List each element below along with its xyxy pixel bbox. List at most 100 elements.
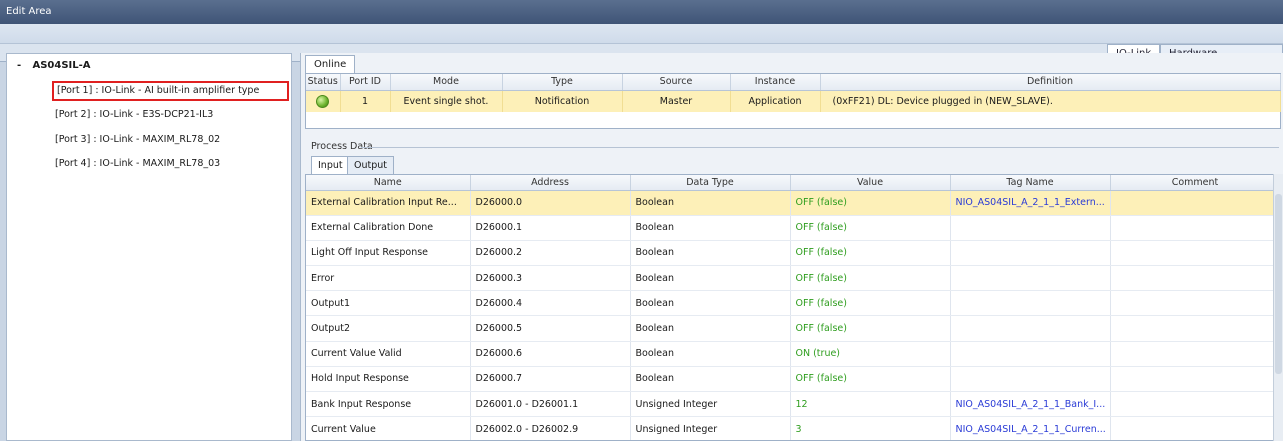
name-cell: External Calibration Done xyxy=(306,215,471,241)
tag-name-cell[interactable] xyxy=(950,315,1111,342)
tree-root[interactable]: - AS04SIL-A xyxy=(17,60,91,71)
value-cell[interactable]: OFF (false) xyxy=(790,215,951,241)
comment-cell[interactable] xyxy=(1110,215,1280,241)
table-row[interactable]: Output2 D26000.5 Boolean OFF (false) xyxy=(306,315,1280,342)
data-type-cell: Boolean xyxy=(630,366,791,393)
process-data-grid: Name Address Data Type Value Tag Name Co… xyxy=(305,174,1281,441)
address-cell: D26000.6 xyxy=(470,341,631,367)
tree-item-port-4[interactable]: [Port 4] : IO-Link - MAXIM_RL78_03 xyxy=(52,154,288,174)
table-row[interactable]: External Calibration Input Re... D26000.… xyxy=(306,190,1280,216)
port-id-cell: 1 xyxy=(340,90,391,112)
value-cell[interactable]: OFF (false) xyxy=(790,190,951,216)
name-cell: Light Off Input Response xyxy=(306,240,471,267)
tag-name-cell[interactable] xyxy=(950,366,1111,393)
online-table: Status Port ID Mode Type Source Instance… xyxy=(306,74,1281,112)
value-cell[interactable]: OFF (false) xyxy=(790,290,951,317)
tab-input[interactable]: Input xyxy=(311,156,350,174)
definition-cell: (0xFF21) DL: Device plugged in (NEW_SLAV… xyxy=(820,90,1281,112)
value-cell[interactable]: OFF (false) xyxy=(790,265,951,292)
name-cell: External Calibration Input Re... xyxy=(306,190,471,216)
tag-name-cell[interactable]: NIO_AS04SIL_A_2_1_1_Extern... xyxy=(950,190,1111,216)
scrollbar-thumb[interactable] xyxy=(1275,194,1282,374)
tab-output[interactable]: Output xyxy=(347,156,394,174)
value-cell[interactable]: 12 xyxy=(790,391,951,418)
col-port-id[interactable]: Port ID xyxy=(340,74,391,91)
name-cell: Output2 xyxy=(306,315,471,342)
value-cell[interactable]: OFF (false) xyxy=(790,315,951,342)
comment-cell[interactable] xyxy=(1110,366,1280,393)
value-cell[interactable]: 3 xyxy=(790,416,951,440)
col-mode[interactable]: Mode xyxy=(390,74,503,91)
tag-name-cell[interactable] xyxy=(950,265,1111,292)
tag-name-cell[interactable]: NIO_AS04SIL_A_2_1_1_Curren... xyxy=(950,416,1111,440)
col-tag-name[interactable]: Tag Name xyxy=(950,175,1111,191)
comment-cell[interactable] xyxy=(1110,265,1280,292)
data-type-cell: Boolean xyxy=(630,190,791,216)
data-type-cell: Boolean xyxy=(630,215,791,241)
table-row[interactable]: External Calibration Done D26000.1 Boole… xyxy=(306,215,1280,241)
col-address[interactable]: Address xyxy=(470,175,631,191)
tab-online[interactable]: Online xyxy=(305,55,356,73)
toolbar-strip xyxy=(0,24,1283,44)
table-row[interactable]: Current Value D26002.0 - D26002.9 Unsign… xyxy=(306,416,1280,440)
table-row[interactable]: Current Value Valid D26000.6 Boolean ON … xyxy=(306,341,1280,367)
comment-cell[interactable] xyxy=(1110,416,1280,440)
status-ok-icon xyxy=(316,94,330,108)
tag-name-cell[interactable]: NIO_AS04SIL_A_2_1_1_Bank_I... xyxy=(950,391,1111,418)
divider xyxy=(361,147,1279,148)
window-title-bar: Edit Area xyxy=(0,0,1283,24)
table-row[interactable]: Output1 D26000.4 Boolean OFF (false) xyxy=(306,290,1280,317)
comment-cell[interactable] xyxy=(1110,290,1280,317)
comment-cell[interactable] xyxy=(1110,341,1280,367)
address-cell: D26000.5 xyxy=(470,315,631,342)
instance-cell: Application xyxy=(730,90,821,112)
col-source[interactable]: Source xyxy=(622,74,731,91)
type-cell: Notification xyxy=(502,90,623,112)
value-cell[interactable]: OFF (false) xyxy=(790,240,951,267)
tag-name-cell[interactable] xyxy=(950,290,1111,317)
address-cell: D26000.4 xyxy=(470,290,631,317)
table-row[interactable]: Bank Input Response D26001.0 - D26001.1 … xyxy=(306,391,1280,418)
source-cell: Master xyxy=(622,90,731,112)
col-data-type[interactable]: Data Type xyxy=(630,175,791,191)
tree-item-port-1[interactable]: [Port 1] : IO-Link - AI built-in amplifi… xyxy=(52,81,289,101)
col-type[interactable]: Type xyxy=(502,74,623,91)
col-comment[interactable]: Comment xyxy=(1110,175,1280,191)
data-type-cell: Boolean xyxy=(630,315,791,342)
process-data-table: Name Address Data Type Value Tag Name Co… xyxy=(306,175,1280,440)
name-cell: Current Value Valid xyxy=(306,341,471,367)
tag-name-cell[interactable] xyxy=(950,215,1111,241)
address-cell: D26001.0 - D26001.1 xyxy=(470,391,631,418)
table-row[interactable]: Hold Input Response D26000.7 Boolean OFF… xyxy=(306,366,1280,393)
col-name[interactable]: Name xyxy=(306,175,471,191)
data-type-cell: Boolean xyxy=(630,265,791,292)
name-cell: Bank Input Response xyxy=(306,391,471,418)
event-row[interactable]: 1 Event single shot. Notification Master… xyxy=(306,90,1281,112)
address-cell: D26000.2 xyxy=(470,240,631,267)
comment-cell[interactable] xyxy=(1110,190,1280,216)
value-cell[interactable]: ON (true) xyxy=(790,341,951,367)
tree-item-port-2[interactable]: [Port 2] : IO-Link - E3S-DCP21-IL3 xyxy=(52,105,288,125)
collapse-icon[interactable]: - xyxy=(17,60,29,71)
comment-cell[interactable] xyxy=(1110,391,1280,418)
comment-cell[interactable] xyxy=(1110,240,1280,267)
col-status[interactable]: Status xyxy=(306,74,341,91)
col-value[interactable]: Value xyxy=(790,175,951,191)
tag-name-cell[interactable] xyxy=(950,240,1111,267)
table-row[interactable]: Error D26000.3 Boolean OFF (false) xyxy=(306,265,1280,292)
vertical-scrollbar[interactable] xyxy=(1273,174,1283,441)
address-cell: D26002.0 - D26002.9 xyxy=(470,416,631,440)
value-cell[interactable]: OFF (false) xyxy=(790,366,951,393)
data-type-cell: Unsigned Integer xyxy=(630,416,791,440)
data-type-cell: Boolean xyxy=(630,290,791,317)
name-cell: Hold Input Response xyxy=(306,366,471,393)
data-type-cell: Boolean xyxy=(630,240,791,267)
comment-cell[interactable] xyxy=(1110,315,1280,342)
name-cell: Current Value xyxy=(306,416,471,440)
col-definition[interactable]: Definition xyxy=(820,74,1281,91)
address-cell: D26000.7 xyxy=(470,366,631,393)
table-row[interactable]: Light Off Input Response D26000.2 Boolea… xyxy=(306,240,1280,267)
tree-item-port-3[interactable]: [Port 3] : IO-Link - MAXIM_RL78_02 xyxy=(52,130,288,150)
col-instance[interactable]: Instance xyxy=(730,74,821,91)
tag-name-cell[interactable] xyxy=(950,341,1111,367)
